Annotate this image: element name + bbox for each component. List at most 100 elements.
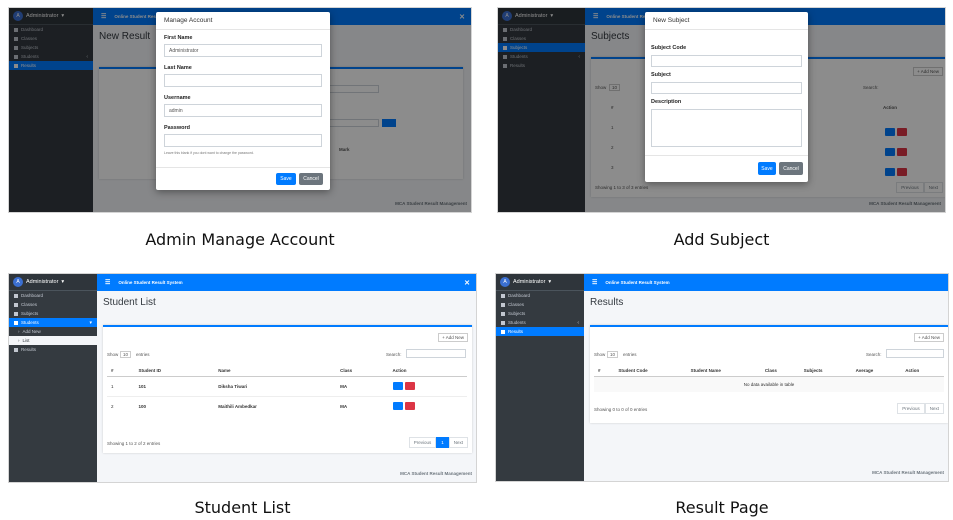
col-student-name[interactable]: Student Name: [686, 365, 761, 377]
previous-button[interactable]: Previous: [408, 437, 437, 448]
search-label: Search:: [866, 352, 882, 357]
avatar: A: [500, 277, 510, 287]
last-name-field[interactable]: [164, 74, 322, 87]
sidebar-item-subjects[interactable]: Subjects: [9, 309, 97, 318]
sidebar-item-classes[interactable]: Classes: [496, 300, 584, 309]
last-name-label: Last Name: [164, 65, 192, 71]
results-table: # Student Code Student Name Class Subjec…: [594, 365, 944, 392]
col-class[interactable]: Class: [336, 365, 389, 377]
subject-field[interactable]: [651, 82, 802, 94]
sidebar-item-students[interactable]: Students ▾: [9, 318, 97, 327]
user-name: Administrator: [513, 279, 546, 285]
users-icon: [501, 320, 505, 325]
edit-button[interactable]: [392, 382, 403, 390]
add-new-button[interactable]: + Add New: [438, 333, 468, 342]
sidebar-item-results[interactable]: Results: [496, 327, 584, 336]
sidebar-item-add-new[interactable]: › Add New: [9, 327, 97, 336]
description-textarea[interactable]: [651, 109, 802, 147]
caret-down-icon: ▾: [548, 279, 552, 285]
entries-select[interactable]: 10: [607, 351, 619, 358]
col-action[interactable]: Action: [388, 365, 467, 377]
sidebar-item-classes[interactable]: Classes: [9, 300, 97, 309]
edit-button[interactable]: [392, 402, 403, 410]
next-button[interactable]: Next: [448, 437, 468, 448]
first-name-label: First Name: [164, 35, 193, 41]
menu-icon[interactable]: ☰: [105, 279, 110, 286]
col-student-code[interactable]: Student Code: [614, 365, 687, 377]
col-num[interactable]: #: [107, 365, 135, 377]
save-button[interactable]: Save: [276, 173, 296, 185]
dashboard-icon: [14, 293, 18, 298]
search-input[interactable]: [406, 349, 466, 358]
user-menu[interactable]: A Administrator ▾: [496, 274, 584, 291]
delete-button[interactable]: [404, 402, 415, 410]
col-student-id[interactable]: Student ID: [134, 365, 215, 377]
previous-button[interactable]: Previous: [897, 403, 925, 414]
table-row: 2 100 Maithili Ambedkar MA: [107, 396, 467, 416]
username-label: Username: [164, 95, 191, 101]
students-table: # Student ID Name Class Action 1 101 Dik…: [107, 365, 467, 416]
table-row: 1 101 Diksha Tiwari MA: [107, 376, 467, 397]
chevron-down-icon: ▾: [89, 319, 92, 326]
page-1-button[interactable]: 1: [436, 437, 449, 448]
app-title: Online Student Result System: [118, 280, 183, 285]
screenshot-manage-account: A Administrator ▾ Dashboard Classes Subj…: [8, 7, 472, 213]
table-icon: [14, 302, 18, 307]
col-subjects[interactable]: Subjects: [799, 365, 852, 377]
password-field[interactable]: [164, 134, 322, 147]
page-title: Results: [590, 297, 624, 308]
col-average[interactable]: Average: [851, 365, 902, 377]
add-new-button[interactable]: + Add New: [914, 333, 944, 342]
empty-table-message: No data available in table: [594, 376, 944, 392]
close-icon[interactable]: ✕: [464, 279, 470, 287]
new-subject-modal: New Subject Subject Code Subject Descrip…: [645, 12, 808, 182]
sidebar-item-students[interactable]: Students ‹: [496, 318, 584, 327]
first-name-field[interactable]: Administrator: [164, 44, 322, 57]
content-area: Student List + Add New Show 10 entries S…: [97, 291, 476, 482]
sidebar-item-dashboard[interactable]: Dashboard: [9, 291, 97, 300]
menu-icon[interactable]: ☰: [592, 279, 597, 286]
pagination: Previous 1 Next: [408, 437, 468, 448]
caret-down-icon: ▾: [61, 279, 65, 285]
sidebar-item-list[interactable]: › List: [9, 336, 97, 345]
book-icon: [14, 311, 18, 316]
sidebar-item-dashboard[interactable]: Dashboard: [496, 291, 584, 300]
table-info: Showing 1 to 2 of 2 entries: [107, 441, 161, 446]
next-button[interactable]: Next: [924, 403, 944, 414]
sidebar: A Administrator ▾ Dashboard Classes Subj…: [9, 274, 97, 482]
password-label: Password: [164, 125, 190, 131]
description-label: Description: [651, 99, 682, 105]
subject-code-label: Subject Code: [651, 45, 687, 51]
top-navbar: ☰ Online Student Result System ✕: [97, 274, 476, 291]
col-class[interactable]: Class: [760, 365, 800, 377]
save-button[interactable]: Save: [758, 162, 776, 175]
cancel-button[interactable]: Cancel: [299, 173, 323, 185]
user-name: Administrator: [26, 279, 59, 285]
file-icon: [14, 347, 18, 352]
avatar: A: [13, 277, 23, 287]
search-input[interactable]: [886, 349, 944, 358]
sidebar-item-results[interactable]: Results: [9, 345, 97, 354]
user-menu[interactable]: A Administrator ▾: [9, 274, 97, 291]
modal-title: New Subject: [645, 12, 808, 30]
subject-code-field[interactable]: [651, 55, 802, 67]
screenshot-student-list: A Administrator ▾ Dashboard Classes Subj…: [8, 273, 477, 483]
delete-button[interactable]: [404, 382, 415, 390]
file-icon: [501, 329, 505, 334]
col-name[interactable]: Name: [214, 365, 337, 377]
col-num[interactable]: #: [594, 365, 615, 377]
caption-result-page: Result Page: [675, 498, 769, 517]
entries-select[interactable]: 10: [120, 351, 132, 358]
chevron-left-icon: ‹: [577, 319, 579, 326]
book-icon: [501, 311, 505, 316]
cancel-button[interactable]: Cancel: [779, 162, 803, 175]
sidebar-item-subjects[interactable]: Subjects: [496, 309, 584, 318]
table-icon: [501, 302, 505, 307]
row-actions: [388, 376, 467, 397]
screenshot-result-page: A Administrator ▾ Dashboard Classes Subj…: [495, 273, 949, 482]
caption-student-list: Student List: [194, 498, 291, 517]
table-row: No data available in table: [594, 376, 944, 392]
modal-footer: [156, 167, 330, 168]
col-action[interactable]: Action: [901, 365, 944, 377]
username-field[interactable]: admin: [164, 104, 322, 117]
